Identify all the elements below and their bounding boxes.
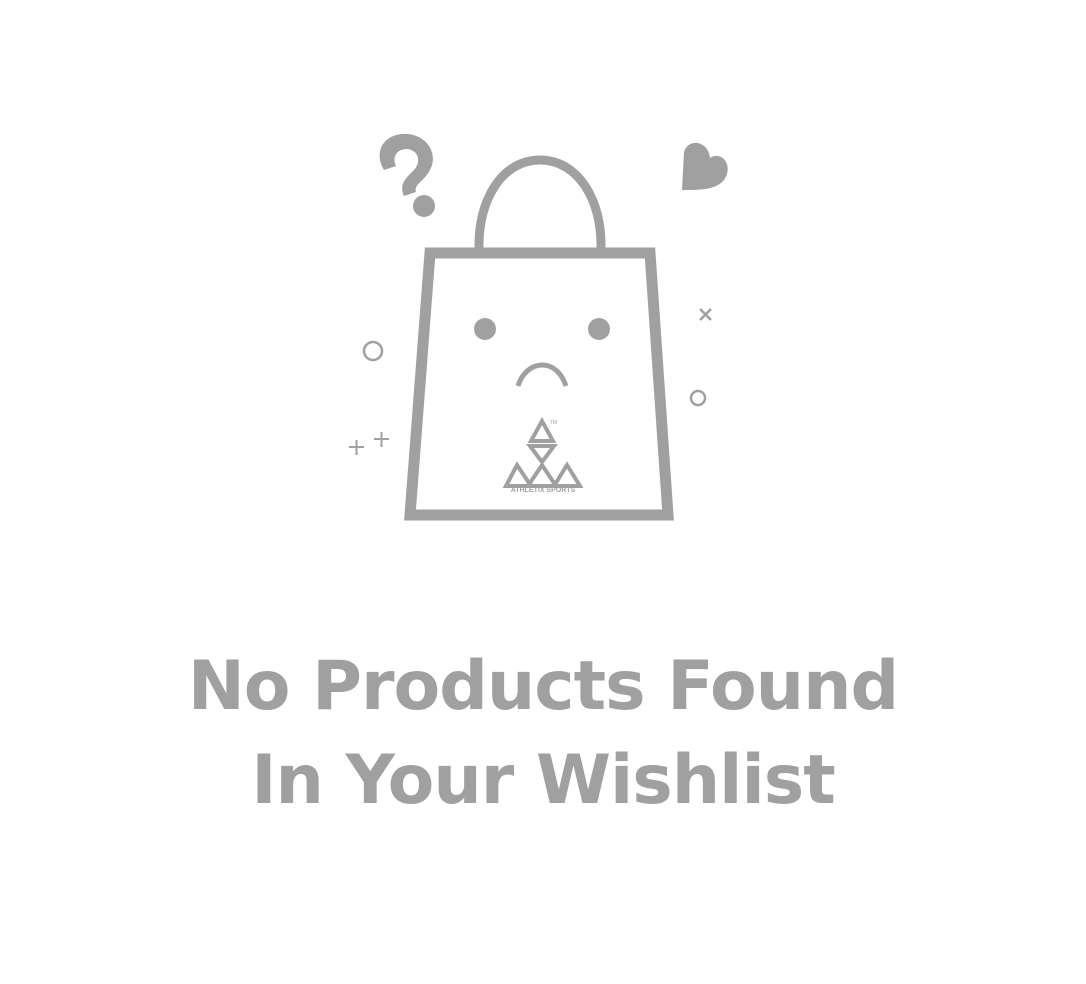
plus-icon [349, 440, 364, 455]
circle-icon [689, 389, 707, 407]
logo-text: ATHLETIX SPORTS [511, 487, 576, 494]
heart-icon [682, 142, 728, 190]
shopping-bag-icon [404, 247, 674, 521]
circle-icon [362, 340, 384, 362]
empty-message-line-2: In Your Wishlist [251, 741, 836, 820]
question-mark-icon [379, 133, 435, 217]
empty-wishlist-message: No Products Found In Your Wishlist [0, 640, 1086, 828]
logo-trademark: TM [550, 420, 557, 426]
bag-handle [474, 155, 606, 249]
empty-wishlist-illustration: ATHLETIX SPORTS TM [349, 133, 728, 521]
plus-icon [374, 432, 389, 447]
cross-icon [699, 308, 712, 321]
empty-message-line-1: No Products Found [187, 647, 899, 726]
